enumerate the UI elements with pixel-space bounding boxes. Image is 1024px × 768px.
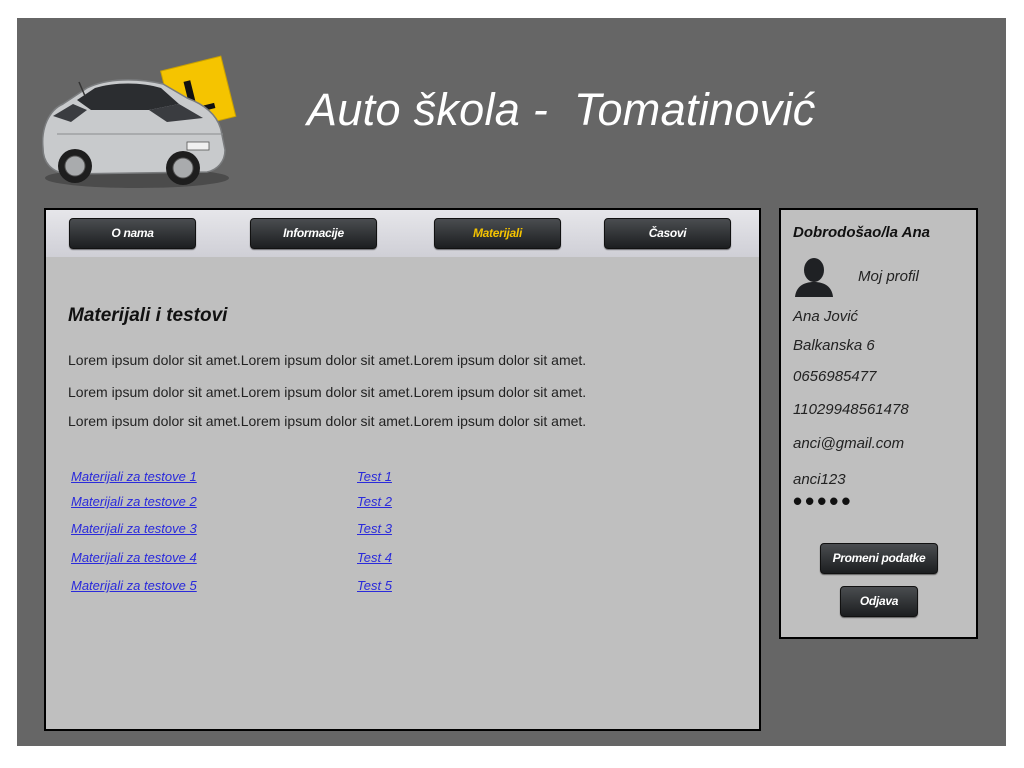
materials-link-4[interactable]: Materijali za testove 4 bbox=[71, 550, 197, 565]
test-link-2[interactable]: Test 2 bbox=[357, 494, 392, 509]
car-logo-icon: L bbox=[41, 55, 237, 188]
site-title: Auto škola - Tomatinović bbox=[307, 84, 816, 135]
content-title: Materijali i testovi bbox=[68, 305, 228, 326]
materials-link-2[interactable]: Materijali za testove 2 bbox=[71, 494, 197, 509]
welcome-text: Dobrodošao/la Ana bbox=[793, 224, 930, 241]
test-link-1[interactable]: Test 1 bbox=[357, 469, 392, 484]
paragraph: Lorem ipsum dolor sit amet.Lorem ipsum d… bbox=[68, 384, 587, 400]
site-logo: L bbox=[37, 38, 237, 208]
user-sidebar: Dobrodošao/la Ana Moj profil Ana Jović B… bbox=[779, 208, 978, 639]
user-email: anci@gmail.com bbox=[793, 435, 905, 452]
user-avatar-icon bbox=[795, 258, 833, 297]
nav-o-nama-button[interactable]: O nama bbox=[69, 218, 196, 249]
nav-informacije-button[interactable]: Informacije bbox=[250, 218, 377, 249]
user-jmbg: 11029948561478 bbox=[793, 401, 909, 418]
paragraph: Lorem ipsum dolor sit amet.Lorem ipsum d… bbox=[68, 413, 587, 429]
paragraph: Lorem ipsum dolor sit amet.Lorem ipsum d… bbox=[68, 352, 587, 368]
materials-link-5[interactable]: Materijali za testove 5 bbox=[71, 578, 197, 593]
nav-casovi-button[interactable]: Časovi bbox=[604, 218, 731, 249]
user-name: Ana Jović bbox=[793, 308, 859, 325]
change-data-button[interactable]: Promeni podatke bbox=[820, 543, 938, 574]
user-address: Balkanska 6 bbox=[793, 337, 875, 354]
page-frame: L Auto škola - Tomatinović O nama Inform… bbox=[17, 18, 1006, 746]
logout-button[interactable]: Odjava bbox=[840, 586, 918, 617]
materials-link-1[interactable]: Materijali za testove 1 bbox=[71, 469, 197, 484]
test-link-5[interactable]: Test 5 bbox=[357, 578, 392, 593]
user-phone: 0656985477 bbox=[793, 368, 877, 385]
main-panel: O nama Informacije Materijali Časovi Mat… bbox=[44, 208, 761, 731]
password-mask: ••••• bbox=[793, 486, 854, 516]
navbar: O nama Informacije Materijali Časovi bbox=[46, 210, 759, 257]
my-profile-link[interactable]: Moj profil bbox=[858, 268, 919, 285]
nav-materijali-button[interactable]: Materijali bbox=[434, 218, 561, 249]
test-link-3[interactable]: Test 3 bbox=[357, 521, 392, 536]
test-link-4[interactable]: Test 4 bbox=[357, 550, 392, 565]
materials-link-3[interactable]: Materijali za testove 3 bbox=[71, 521, 197, 536]
